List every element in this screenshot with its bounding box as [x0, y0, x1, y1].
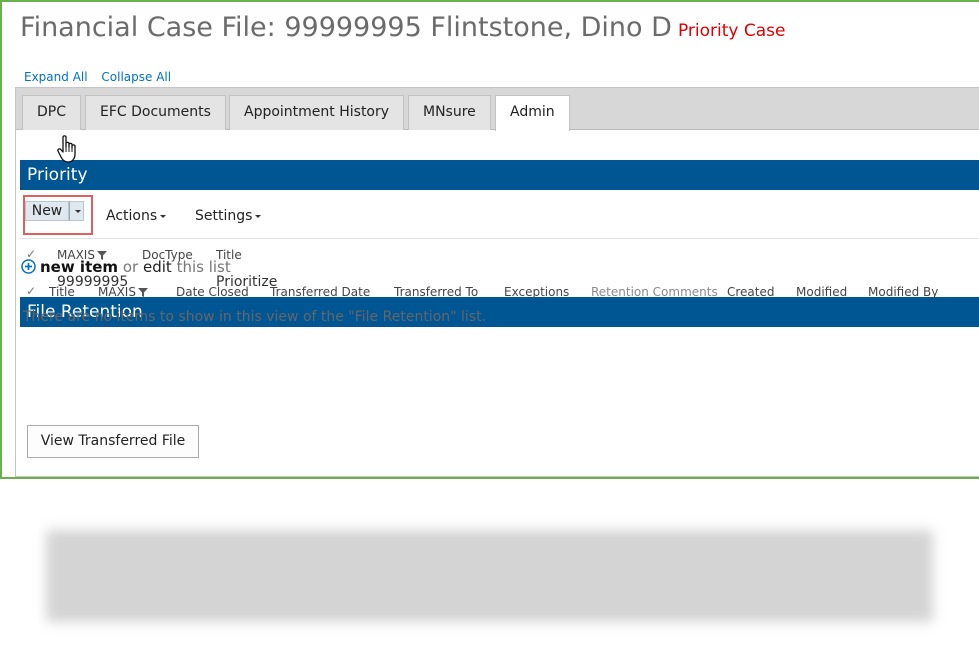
add-circle-icon[interactable]	[21, 259, 36, 274]
actions-caret-icon	[160, 214, 167, 218]
tab-dpc[interactable]: DPC	[22, 95, 81, 130]
retention-col-transferred-date[interactable]: Transferred Date	[270, 285, 370, 299]
retention-col-maxis[interactable]: MAXIS	[98, 285, 148, 299]
case-file-frame: Financial Case File: 99999995 Flintstone…	[0, 0, 979, 479]
retention-col-maxis-label: MAXIS	[98, 285, 136, 299]
tab-admin[interactable]: Admin	[495, 95, 570, 131]
collapse-all-link[interactable]: Collapse All	[101, 70, 171, 84]
retention-select-all-check-icon[interactable]: ✓	[26, 284, 36, 298]
edit-list-link[interactable]: edit	[143, 258, 172, 276]
tab-efc-documents[interactable]: EFC Documents	[85, 95, 226, 130]
hand-pointer-icon	[57, 135, 76, 163]
actions-menu[interactable]: Actions	[106, 208, 167, 224]
retention-col-modified[interactable]: Modified	[796, 285, 847, 299]
tab-mnsure[interactable]: MNsure	[408, 95, 491, 130]
page-title-text: Financial Case File: 99999995 Flintstone…	[20, 12, 672, 43]
filter-icon	[137, 288, 148, 297]
new-item-link[interactable]: new item	[40, 258, 118, 276]
retention-col-retention-comments[interactable]: Retention Comments	[591, 285, 718, 299]
new-item-row: new item or edit this list	[21, 258, 231, 276]
tab-appointment-history[interactable]: Appointment History	[229, 95, 405, 130]
retention-col-date-closed[interactable]: Date Closed	[176, 285, 249, 299]
actions-menu-label: Actions	[106, 208, 158, 224]
this-list-text: this list	[176, 258, 231, 276]
priority-case-flag: Priority Case	[677, 21, 786, 41]
priority-section-header: Priority	[20, 160, 979, 190]
retention-col-modified-by[interactable]: Modified By	[868, 285, 938, 299]
priority-toolbar: New Actions Settings	[20, 191, 979, 239]
blurred-content-block	[46, 530, 933, 622]
or-text: or	[122, 258, 139, 276]
retention-col-title[interactable]: Title	[49, 285, 75, 299]
view-transferred-file-button[interactable]: View Transferred File	[27, 425, 199, 458]
new-dropdown-caret-icon[interactable]	[69, 201, 84, 221]
page-title: Financial Case File: 99999995 Flintstone…	[20, 12, 785, 43]
settings-caret-icon	[255, 214, 262, 218]
tabs-panel: DPC EFC Documents Appointment History MN…	[15, 87, 979, 477]
retention-col-transferred-to[interactable]: Transferred To	[394, 285, 478, 299]
retention-col-exceptions[interactable]: Exceptions	[504, 285, 569, 299]
new-button[interactable]: New	[25, 201, 69, 221]
expand-collapse-links: Expand All Collapse All	[24, 70, 181, 84]
empty-list-message: There are no items to show in this view …	[23, 309, 487, 325]
settings-menu[interactable]: Settings	[195, 208, 262, 224]
retention-col-created[interactable]: Created	[727, 285, 775, 299]
expand-all-link[interactable]: Expand All	[24, 70, 88, 84]
settings-menu-label: Settings	[195, 208, 253, 224]
tab-strip: DPC EFC Documents Appointment History MN…	[16, 88, 979, 131]
